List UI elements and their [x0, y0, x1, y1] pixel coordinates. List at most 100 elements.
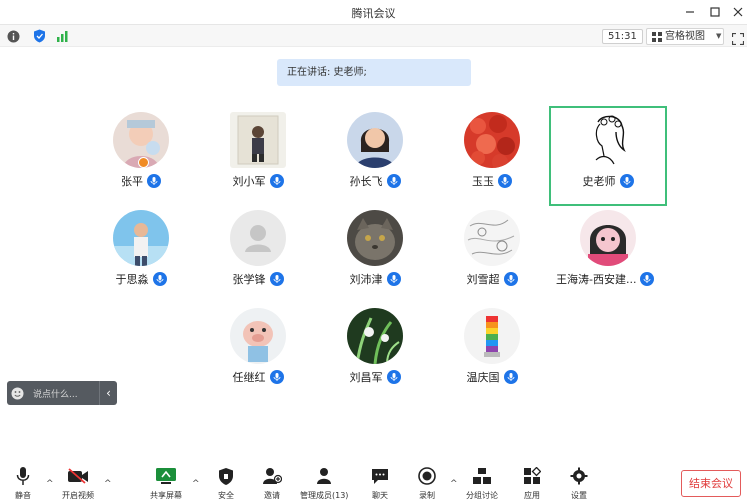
- participant-avatar: [464, 112, 520, 168]
- start-video-label: 开启视频: [62, 491, 94, 500]
- participant-tile[interactable]: 张平: [82, 110, 200, 206]
- participant-tile[interactable]: 玉玉: [433, 110, 551, 206]
- apps-button[interactable]: 应用: [521, 466, 543, 501]
- participant-name: 任继红: [232, 371, 266, 384]
- chat-label: 聊天: [372, 491, 388, 500]
- microphone-icon: [503, 272, 518, 286]
- microphone-icon: [269, 370, 284, 384]
- status-bar: 51:31 宫格视图 ▼: [0, 25, 747, 47]
- microphone-icon: [640, 272, 655, 286]
- share-screen-label: 共享屏幕: [150, 491, 182, 500]
- participant-name: 张学锋: [232, 273, 266, 286]
- participant-avatar: [230, 112, 286, 168]
- breakout-rooms-icon: [471, 466, 493, 486]
- microphone-icon: [386, 174, 401, 188]
- end-meeting-button[interactable]: 结束会议: [681, 470, 741, 497]
- breakout-rooms-button[interactable]: 分组讨论: [466, 466, 498, 501]
- microphone-icon: [12, 466, 34, 486]
- share-screen-icon: [155, 466, 177, 486]
- collapse-chat-button[interactable]: ‹: [99, 381, 117, 405]
- participant-tile[interactable]: 刘昌军: [316, 306, 434, 402]
- minimize-icon: [686, 11, 694, 13]
- close-button[interactable]: [729, 3, 747, 21]
- participant-avatar: [347, 308, 403, 364]
- microphone-icon: [152, 272, 167, 286]
- breakout-rooms-label: 分组讨论: [466, 491, 498, 500]
- fullscreen-icon[interactable]: [731, 30, 745, 46]
- security-button[interactable]: 安全: [215, 466, 237, 501]
- shield-icon[interactable]: [32, 29, 46, 43]
- view-mode-button[interactable]: 宫格视图 ▼: [646, 28, 724, 45]
- settings-label: 设置: [571, 491, 587, 500]
- emoji-icon[interactable]: [7, 381, 27, 405]
- settings-button[interactable]: 设置: [568, 466, 590, 501]
- signal-icon[interactable]: [55, 29, 69, 43]
- info-icon[interactable]: [6, 29, 20, 43]
- maximize-button[interactable]: [706, 3, 724, 21]
- chat-button[interactable]: 聊天: [369, 466, 391, 501]
- invite-button[interactable]: 邀请: [261, 466, 283, 501]
- maximize-icon: [710, 7, 720, 17]
- title-bar: 腾讯会议: [0, 0, 747, 25]
- window-title: 腾讯会议: [351, 7, 396, 20]
- participant-avatar: [580, 112, 636, 168]
- participant-avatar: [347, 210, 403, 266]
- mute-label: 静音: [15, 491, 31, 500]
- chat-icon: [369, 466, 391, 486]
- participant-tile[interactable]: 于思淼: [82, 208, 200, 304]
- host-badge: [138, 157, 149, 168]
- manage-members-button[interactable]: 管理成员(13): [300, 466, 348, 501]
- participant-avatar: [347, 112, 403, 168]
- participant-name: 孙长飞: [349, 175, 383, 188]
- participant-avatar: [464, 308, 520, 364]
- participant-name: 于思淼: [115, 273, 149, 286]
- chat-placeholder[interactable]: 说点什么...: [33, 387, 99, 400]
- chat-quick-input[interactable]: 说点什么... ‹: [7, 381, 117, 405]
- microphone-icon: [269, 174, 284, 188]
- invite-label: 邀请: [264, 491, 280, 500]
- participant-avatar: [113, 210, 169, 266]
- chevron-up-icon[interactable]: ^: [192, 479, 200, 489]
- participant-name: 温庆国: [466, 371, 500, 384]
- participant-tile[interactable]: 孙长飞: [316, 110, 434, 206]
- microphone-icon: [498, 174, 512, 188]
- security-label: 安全: [218, 491, 234, 500]
- participant-avatar: [230, 308, 286, 364]
- participant-tile[interactable]: 刘雪超: [433, 208, 551, 304]
- record-label: 录制: [419, 491, 435, 500]
- view-mode-label: 宫格视图: [665, 31, 705, 42]
- chevron-up-icon[interactable]: ^: [104, 479, 112, 489]
- minimize-button[interactable]: [681, 3, 699, 21]
- participant-name: 刘昌军: [349, 371, 383, 384]
- share-screen-button[interactable]: 共享屏幕: [150, 466, 182, 501]
- participant-tile-active-speaker[interactable]: 史老师: [549, 106, 667, 206]
- shield-icon: [215, 466, 237, 486]
- apps-icon: [521, 466, 543, 486]
- microphone-icon: [503, 370, 518, 384]
- participant-tile[interactable]: 温庆国: [433, 306, 551, 402]
- gear-icon: [568, 466, 590, 486]
- members-icon: [313, 466, 335, 486]
- start-video-button[interactable]: 开启视频: [62, 466, 94, 501]
- microphone-icon: [619, 174, 634, 188]
- add-user-icon: [261, 466, 283, 486]
- microphone-icon: [147, 174, 161, 188]
- participant-avatar: [580, 210, 636, 266]
- participant-name: 玉玉: [472, 175, 494, 188]
- participant-tile[interactable]: 刘沛津: [316, 208, 434, 304]
- participant-name: 刘雪超: [466, 273, 500, 286]
- record-button[interactable]: 录制: [416, 466, 438, 501]
- participant-name: 刘沛津: [349, 273, 383, 286]
- participant-name: 张平: [121, 175, 143, 188]
- participant-tile[interactable]: 刘小军: [199, 110, 317, 206]
- mute-button[interactable]: 静音: [12, 466, 34, 501]
- participant-name: 王海涛-西安建...: [556, 273, 637, 286]
- grid-view-icon: [652, 31, 662, 42]
- chevron-up-icon[interactable]: ^: [450, 479, 458, 489]
- participant-tile[interactable]: 任继红: [199, 306, 317, 402]
- participant-tile[interactable]: 王海涛-西安建...: [549, 208, 671, 304]
- chevron-up-icon[interactable]: ^: [46, 479, 54, 489]
- participant-tile[interactable]: 张学锋: [199, 208, 317, 304]
- microphone-icon: [386, 370, 401, 384]
- apps-label: 应用: [524, 491, 540, 500]
